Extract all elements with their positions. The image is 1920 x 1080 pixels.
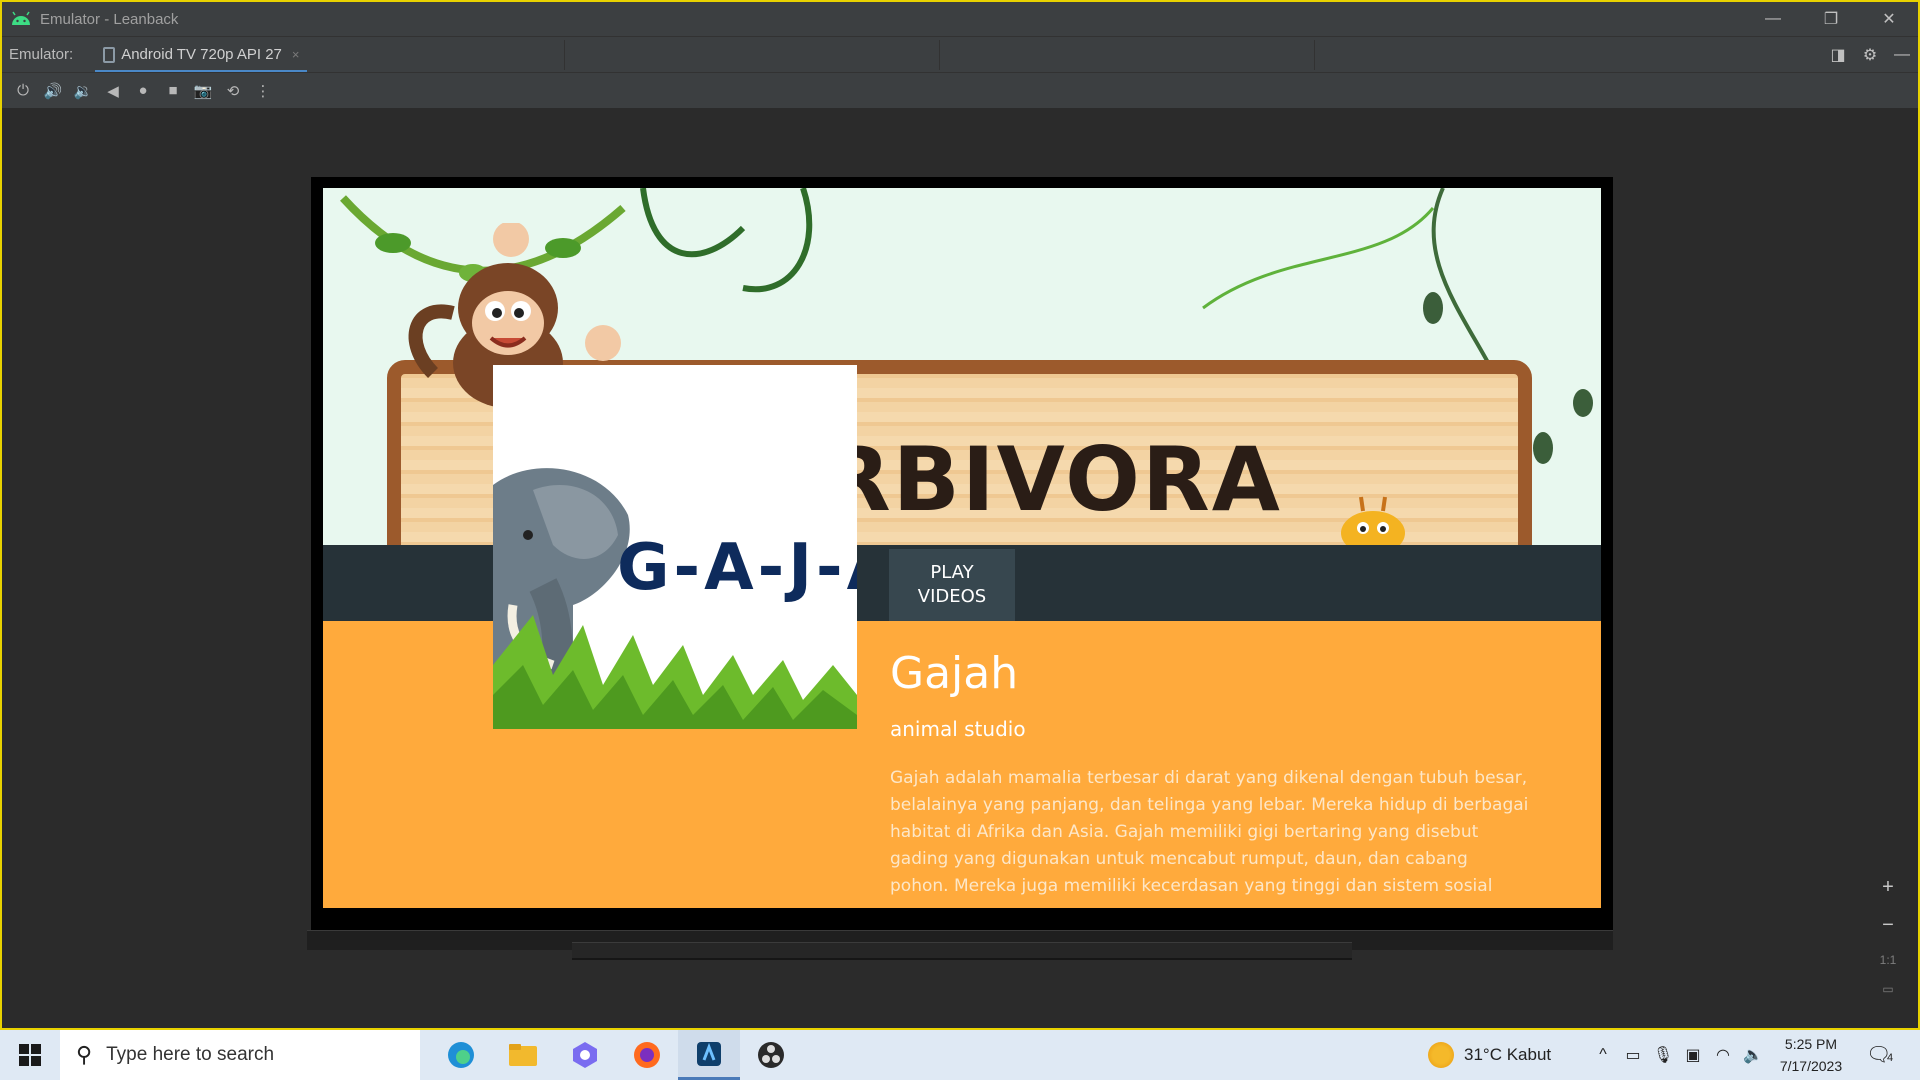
tv-screen[interactable]: RBIVORA PLAY VIDEOS G-A-J- Gajah animal … <box>323 188 1601 908</box>
tab-android-tv[interactable]: Android TV 720p API 27 × <box>95 37 308 73</box>
rotate-icon[interactable]: ⟲ <box>218 76 248 106</box>
device-icon <box>103 46 116 63</box>
emulator-label: Emulator: <box>9 46 74 63</box>
tab-label: Android TV 720p API 27 <box>121 46 282 63</box>
fit-screen-icon[interactable]: ▭ <box>1882 982 1893 996</box>
speaker-icon[interactable]: 🔈 <box>1738 1045 1768 1065</box>
taskbar-apps <box>430 1030 802 1080</box>
tab-close-icon[interactable]: × <box>292 47 300 62</box>
chevron-up-icon[interactable]: ^ <box>1588 1046 1618 1064</box>
window-title: Emulator - Leanback <box>40 10 179 28</box>
tv-stand <box>572 942 1352 960</box>
wifi-icon[interactable]: ◠ <box>1708 1045 1738 1065</box>
display-icon[interactable]: ▣ <box>1678 1045 1708 1065</box>
minimize-button[interactable]: — <box>1744 2 1802 36</box>
emulator-toolbar: ⏻ 🔊 🔉 ◀ ● ■ 📷 ⟲ ⋮ <box>2 72 1918 108</box>
emulator-tab-bar: Emulator: Android TV 720p API 27 × ◨ ⚙ — <box>2 36 1918 73</box>
android-icon <box>12 11 30 25</box>
weather-text: 31°C Kabut <box>1464 1045 1552 1064</box>
details-description: Gajah animal studio Gajah adalah mamalia… <box>890 648 1530 900</box>
clock-time: 5:25 PM <box>1784 1036 1838 1052</box>
search-icon: ⚲ <box>76 1042 93 1067</box>
copilot-icon[interactable] <box>554 1030 616 1080</box>
notification-count: 4 <box>1886 1052 1894 1064</box>
hide-panel-icon[interactable]: — <box>1886 46 1918 64</box>
tab-divider <box>564 40 565 70</box>
taskbar-clock[interactable]: 5:25 PM 7/17/2023 <box>1766 1033 1856 1077</box>
details-body: Gajah adalah mamalia terbesar di darat y… <box>890 768 1529 896</box>
taskbar-search[interactable]: ⚲ Type here to search <box>60 1030 420 1080</box>
tabbar-actions: ◨ ⚙ — <box>1822 37 1918 73</box>
details-title: Gajah <box>890 648 1019 699</box>
firefox-icon[interactable] <box>616 1030 678 1080</box>
layout-icon[interactable]: ◨ <box>1822 45 1854 65</box>
android-studio-icon[interactable] <box>678 1030 740 1080</box>
giraffe-illustration <box>1341 496 1405 545</box>
clock-date: 7/17/2023 <box>1779 1058 1843 1074</box>
windows-logo-icon <box>19 1044 41 1066</box>
volume-down-icon[interactable]: 🔉 <box>68 76 98 106</box>
search-placeholder: Type here to search <box>106 1044 275 1065</box>
actual-size-button[interactable]: 1:1 <box>1880 953 1897 967</box>
poster-title: G-A-J-A <box>617 531 857 605</box>
zoom-out-button[interactable]: − <box>1882 914 1894 937</box>
volume-up-icon[interactable]: 🔊 <box>38 76 68 106</box>
system-tray: ^ ▭ 🎙 ▣ ◠ 🔈 <box>1588 1030 1768 1080</box>
play-videos-label: PLAY VIDEOS <box>917 562 987 607</box>
more-icon[interactable]: ⋮ <box>248 76 278 106</box>
emulator-window: Emulator - Leanback — ❐ ✕ Emulator: Andr… <box>0 0 1920 1030</box>
screenshot-icon[interactable]: 📷 <box>188 76 218 106</box>
power-icon[interactable]: ⏻ <box>8 76 38 106</box>
start-button[interactable] <box>0 1030 60 1080</box>
battery-icon[interactable]: ▭ <box>1618 1045 1648 1065</box>
weather-widget[interactable]: 31°C Kabut <box>1428 1030 1551 1080</box>
title-bar: Emulator - Leanback — ❐ ✕ <box>2 2 1918 36</box>
weather-sun-icon <box>1428 1042 1454 1068</box>
close-button[interactable]: ✕ <box>1860 2 1918 36</box>
zoom-controls: + − 1:1 ▭ <box>1870 868 1906 1004</box>
details-subtitle: animal studio <box>890 717 1026 741</box>
window-controls: — ❐ ✕ <box>1744 2 1918 36</box>
microphone-icon[interactable]: 🎙 <box>1648 1045 1678 1065</box>
overview-icon[interactable]: ■ <box>158 76 188 106</box>
file-explorer-icon[interactable] <box>492 1030 554 1080</box>
tab-divider <box>939 40 940 70</box>
zoom-in-button[interactable]: + <box>1882 876 1894 899</box>
play-videos-button[interactable]: PLAY VIDEOS <box>889 549 1015 621</box>
edge-icon[interactable] <box>430 1030 492 1080</box>
banner-wordmark: RBIVORA <box>823 428 1282 531</box>
restore-button[interactable]: ❐ <box>1802 2 1860 36</box>
notification-center-icon[interactable]: 🗨 4 <box>1866 1042 1893 1067</box>
home-icon[interactable]: ● <box>128 76 158 106</box>
tab-divider <box>1314 40 1315 70</box>
obs-icon[interactable] <box>740 1030 802 1080</box>
gear-icon[interactable]: ⚙ <box>1854 45 1886 65</box>
poster-image: G-A-J-A <box>493 365 857 729</box>
back-icon[interactable]: ◀ <box>98 76 128 106</box>
